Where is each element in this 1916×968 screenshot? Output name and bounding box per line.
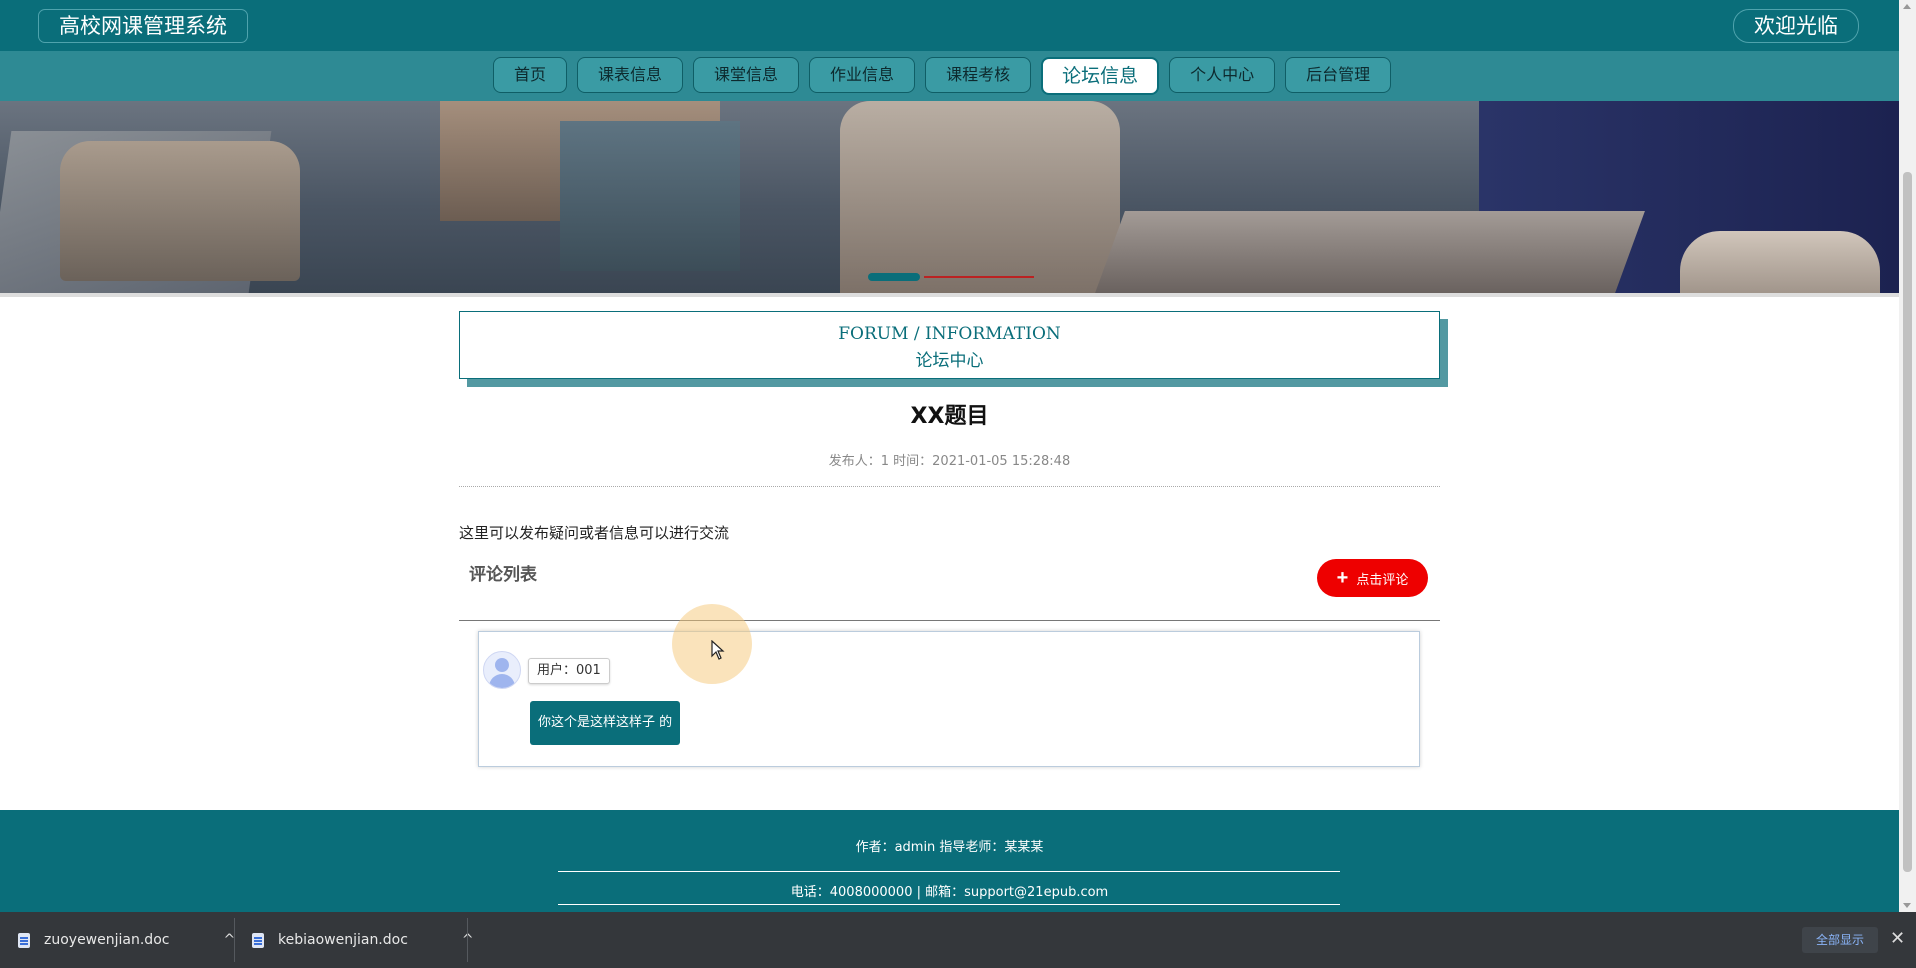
divider bbox=[459, 486, 1440, 487]
document-icon bbox=[252, 932, 264, 948]
avatar-head bbox=[495, 658, 509, 672]
banner-cabinet bbox=[560, 121, 740, 271]
download-item[interactable]: zuoyewenjian.doc ^ bbox=[18, 912, 235, 968]
welcome-badge: 欢迎光临 bbox=[1733, 9, 1859, 43]
nav-homework[interactable]: 作业信息 bbox=[809, 57, 916, 93]
banner-chair bbox=[840, 101, 1120, 293]
add-comment-button[interactable]: + 点击评论 bbox=[1317, 559, 1428, 597]
mouse-cursor-icon bbox=[711, 640, 725, 660]
comments-heading: 评论列表 bbox=[469, 565, 537, 585]
nav-admin[interactable]: 后台管理 bbox=[1285, 57, 1392, 93]
post-body: 这里可以发布疑问或者信息可以进行交流 bbox=[459, 524, 730, 542]
nav-forum[interactable]: 论坛信息 bbox=[1041, 57, 1160, 95]
scroll-down-arrow-icon[interactable] bbox=[1903, 903, 1911, 908]
divider bbox=[467, 918, 468, 962]
nav-assessment[interactable]: 课程考核 bbox=[925, 57, 1032, 93]
page: 高校网课管理系统 欢迎光临 首页 课表信息 课堂信息 作业信息 课程考核 论坛信… bbox=[0, 0, 1899, 912]
vertical-scrollbar[interactable] bbox=[1899, 0, 1916, 912]
divider bbox=[234, 918, 235, 962]
nav-home[interactable]: 首页 bbox=[493, 57, 568, 93]
section-header: FORUM / INFORMATION 论坛中心 bbox=[459, 311, 1440, 379]
top-header: 高校网课管理系统 欢迎光临 bbox=[0, 0, 1899, 52]
nav-classroom[interactable]: 课堂信息 bbox=[693, 57, 800, 93]
close-icon[interactable]: ✕ bbox=[1890, 928, 1905, 949]
post-title: XX题目 bbox=[910, 404, 989, 429]
download-filename: zuoyewenjian.doc bbox=[44, 932, 170, 948]
footer-author: 作者：admin 指导老师：某某某 bbox=[855, 840, 1044, 855]
nav-profile[interactable]: 个人中心 bbox=[1169, 57, 1276, 93]
section-title-en: FORUM / INFORMATION bbox=[838, 324, 1061, 344]
comment-user: 用户：001 bbox=[528, 658, 610, 684]
site-title[interactable]: 高校网课管理系统 bbox=[38, 9, 248, 43]
nav-schedule[interactable]: 课表信息 bbox=[577, 57, 684, 93]
section-title-cn: 论坛中心 bbox=[915, 351, 984, 371]
footer-contact: 电话：4008000000 | 邮箱：support@21epub.com bbox=[790, 885, 1109, 900]
scroll-thumb[interactable] bbox=[1903, 172, 1912, 872]
banner-chair bbox=[1680, 231, 1880, 293]
plus-icon: + bbox=[1336, 567, 1349, 589]
comment-item: 用户：001 你这个是这样这样子 的 bbox=[478, 631, 1420, 767]
divider bbox=[459, 620, 1440, 621]
post-meta: 发布人：1 时间：2021-01-05 15:28:48 bbox=[828, 454, 1071, 469]
banner-desk bbox=[1095, 211, 1645, 293]
hero-banner bbox=[0, 101, 1899, 297]
scroll-up-arrow-icon[interactable] bbox=[1903, 4, 1911, 9]
carousel-indicator[interactable] bbox=[924, 276, 1034, 278]
main-nav: 首页 课表信息 课堂信息 作业信息 课程考核 论坛信息 个人中心 后台管理 bbox=[0, 51, 1899, 101]
footer: 作者：admin 指导老师：某某某 电话：4008000000 | 邮箱：sup… bbox=[0, 810, 1899, 912]
banner-chair bbox=[60, 141, 300, 281]
avatar bbox=[483, 651, 521, 689]
download-bar: zuoyewenjian.doc ^ kebiaowenjian.doc ^ 全… bbox=[0, 912, 1916, 968]
footer-divider bbox=[558, 904, 1340, 905]
comment-text: 你这个是这样这样子 的 bbox=[530, 701, 681, 745]
carousel-indicator-active[interactable] bbox=[868, 273, 920, 281]
download-filename: kebiaowenjian.doc bbox=[278, 932, 408, 948]
footer-divider bbox=[558, 871, 1340, 872]
download-item[interactable]: kebiaowenjian.doc ^ bbox=[252, 912, 474, 968]
avatar-body bbox=[489, 674, 515, 688]
document-icon bbox=[18, 932, 30, 948]
add-comment-label: 点击评论 bbox=[1356, 571, 1409, 587]
show-all-downloads-button[interactable]: 全部显示 bbox=[1802, 927, 1878, 953]
